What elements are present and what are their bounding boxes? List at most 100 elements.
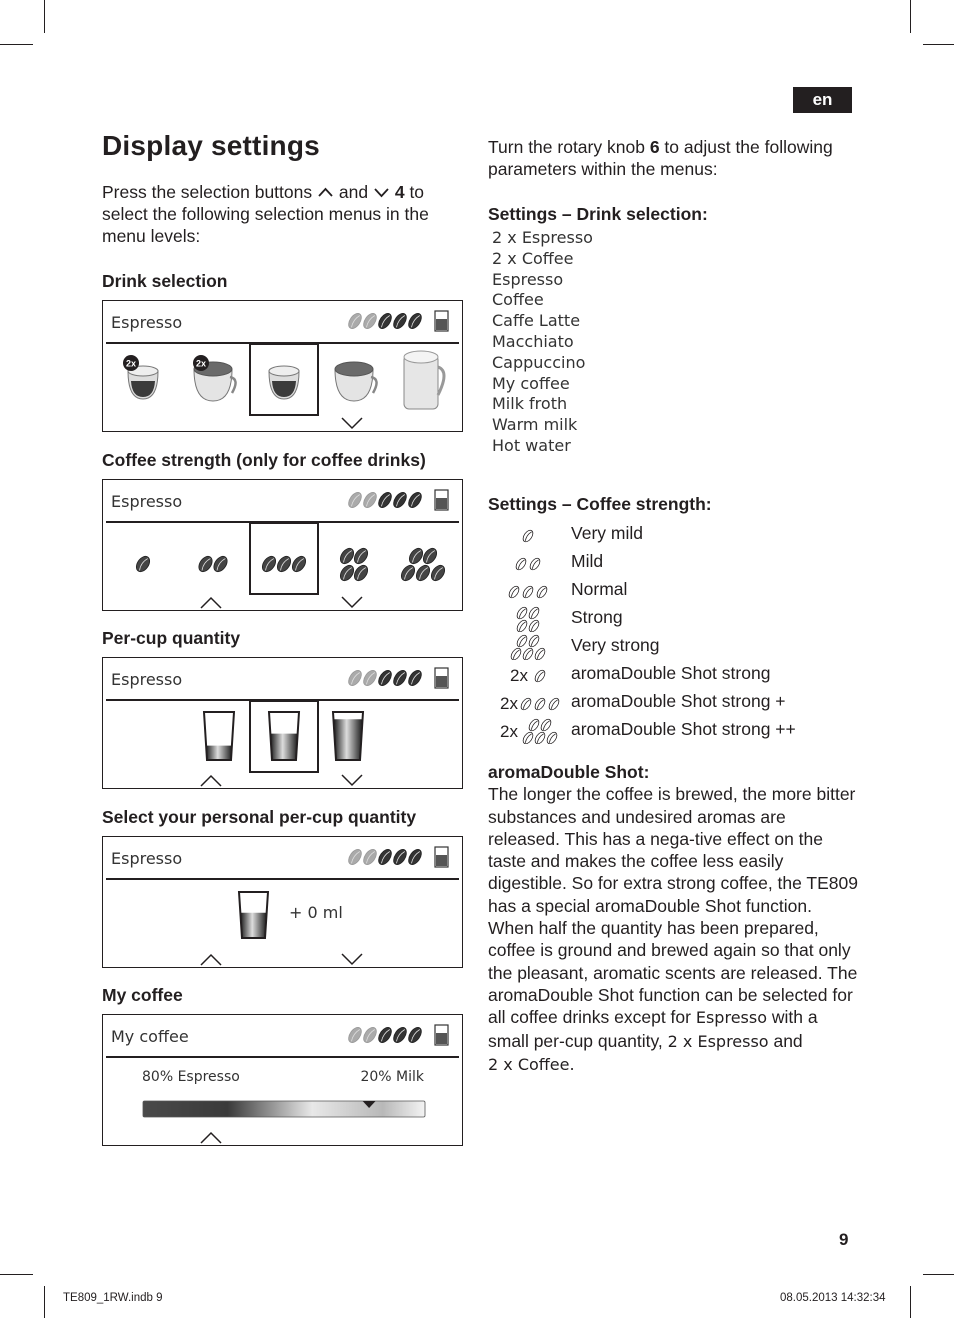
coffee-bean-icon: [522, 529, 534, 543]
aroma-heading: aromaDouble Shot:: [488, 762, 650, 782]
ratio-track[interactable]: [142, 1100, 426, 1118]
strength-quantity-status-icon: [348, 1024, 449, 1046]
drink-list-item: My coffee: [492, 373, 570, 393]
strength-beans-icon: [516, 606, 540, 632]
drink-list-item: 2 x Espresso: [492, 228, 593, 247]
double-prefix: 2x: [510, 666, 528, 685]
drink-list-item: Hot water: [492, 435, 571, 455]
coffee-bean-icon: [393, 313, 407, 329]
strength-beans-icon: [515, 557, 541, 571]
drink-option[interactable]: 2x: [123, 355, 159, 400]
coffee-bean-icon: [213, 555, 228, 573]
display-panel-my-coffee: My coffee 80% Espresso 20% Milk: [102, 1014, 463, 1146]
ratio-slider[interactable]: [142, 1094, 426, 1118]
coffee-bean-icon: [515, 557, 527, 571]
drink-list-item: Caffe Latte: [492, 311, 581, 331]
coffee-bean-icon: [408, 1027, 422, 1043]
drink-option[interactable]: 2x: [193, 355, 237, 402]
crop-mark: [44, 1286, 45, 1318]
strength-option[interactable]: [399, 546, 448, 583]
drink-option[interactable]: [334, 361, 378, 402]
chevron-up-icon[interactable]: [200, 596, 222, 609]
coffee-bean-icon: [363, 849, 377, 865]
coffee-bean-icon: [348, 492, 362, 508]
page-title: Display settings: [102, 130, 320, 161]
coffee-bean-icon: [408, 492, 422, 508]
chevron-up-icon[interactable]: [200, 1131, 222, 1144]
aroma-2x-coffee: 2 x Coffee.: [488, 1054, 575, 1074]
coffee-bean-icon: [363, 492, 377, 508]
strength-beans-icon: [510, 634, 546, 660]
coffee-bean-icon: [528, 619, 540, 632]
language-badge: en: [793, 87, 852, 113]
display-panel-cup: Espresso: [102, 657, 463, 789]
display-title: Espresso: [111, 313, 183, 332]
strength-quantity-status-icon: [348, 846, 449, 868]
coffee-bean-icon: [529, 557, 541, 571]
coffee-bean-icon: [528, 634, 540, 648]
crop-mark: [910, 1286, 911, 1318]
milk-ratio-label: 20% Milk: [360, 1069, 424, 1085]
coffee-bean-icon: [408, 849, 422, 865]
strength-label: aromaDouble Shot strong: [571, 663, 771, 683]
coffee-bean-icon: [348, 670, 362, 686]
crop-mark: [910, 0, 911, 33]
strength-beans-icon: 2x: [500, 694, 560, 713]
strength-option[interactable]: [134, 554, 153, 574]
crop-mark: [0, 44, 33, 45]
aroma-2x-espresso: 2 x Espresso: [667, 1031, 769, 1051]
coffee-bean-icon: [408, 313, 422, 329]
coffee-bean-icon: [378, 670, 392, 686]
chevron-up-icon[interactable]: [200, 953, 222, 966]
chevron-up-icon[interactable]: [200, 774, 222, 787]
strength-list-item: Very mild: [488, 520, 848, 548]
section-personal-quantity: Select your personal per-cup quantity: [102, 807, 417, 827]
drink-list-item: Espresso: [492, 269, 564, 289]
strength-option[interactable]: [338, 546, 371, 583]
coffee-bean-icon: [528, 718, 540, 732]
strength-list-item: Mild: [488, 548, 848, 576]
cup-size-option[interactable]: [202, 711, 236, 761]
coffee-bean-icon: [393, 492, 407, 508]
coffee-bean-icon: [534, 697, 546, 711]
chevron-down-icon[interactable]: [341, 774, 363, 787]
drink-list-item: Coffee: [492, 290, 544, 310]
drink-option[interactable]: [403, 350, 446, 410]
coffee-bean-icon: [510, 647, 522, 660]
display-title: Espresso: [111, 849, 183, 868]
intro-paragraph: Press the selection buttons and 4 to sel…: [102, 181, 462, 247]
footer-file: TE809_1RW.indb 9: [63, 1292, 163, 1304]
page-number: 9: [839, 1230, 849, 1249]
coffee-bean-icon: [520, 697, 532, 711]
cup-icon: [237, 891, 270, 939]
coffee-bean-icon: [378, 313, 392, 329]
strength-label: aromaDouble Shot strong ++: [571, 719, 796, 739]
drink-list-item: Macchiato: [492, 331, 574, 351]
coffee-bean-icon: [339, 564, 355, 582]
coffee-bean-icon: [353, 547, 369, 565]
section-per-cup-quantity: Per-cup quantity: [102, 628, 241, 648]
cup-size-option[interactable]: [331, 711, 365, 761]
coffee-bean-icon: [422, 547, 438, 565]
coffee-bean-icon: [430, 564, 446, 582]
coffee-bean-icon: [339, 547, 355, 565]
strength-settings-heading: Settings – Coffee strength:: [488, 494, 712, 514]
double-badge-icon: 2x: [123, 355, 139, 371]
strength-label: aromaDouble Shot strong +: [571, 691, 786, 711]
chevron-down-icon[interactable]: [341, 953, 363, 966]
strength-label: Mild: [571, 551, 604, 571]
chevron-down-icon[interactable]: [341, 596, 363, 609]
coffee-bean-icon: [378, 1027, 392, 1043]
strength-label: Normal: [571, 579, 628, 599]
strength-list-item: 2x aromaDouble Shot strong ++: [488, 716, 848, 744]
display-panel-personal: Espresso + 0 ml: [102, 836, 463, 968]
coffee-bean-icon: [540, 718, 552, 732]
strength-option[interactable]: [196, 554, 230, 574]
chevron-down-icon[interactable]: [341, 417, 363, 430]
drink-list-item: Warm milk: [492, 415, 578, 435]
coffee-bean-icon: [378, 492, 392, 508]
coffee-bean-icon: [508, 585, 520, 599]
selection-frame: [249, 700, 319, 773]
drink-settings-heading: Settings – Drink selection:: [488, 204, 708, 224]
coffee-bean-icon: [516, 634, 528, 648]
